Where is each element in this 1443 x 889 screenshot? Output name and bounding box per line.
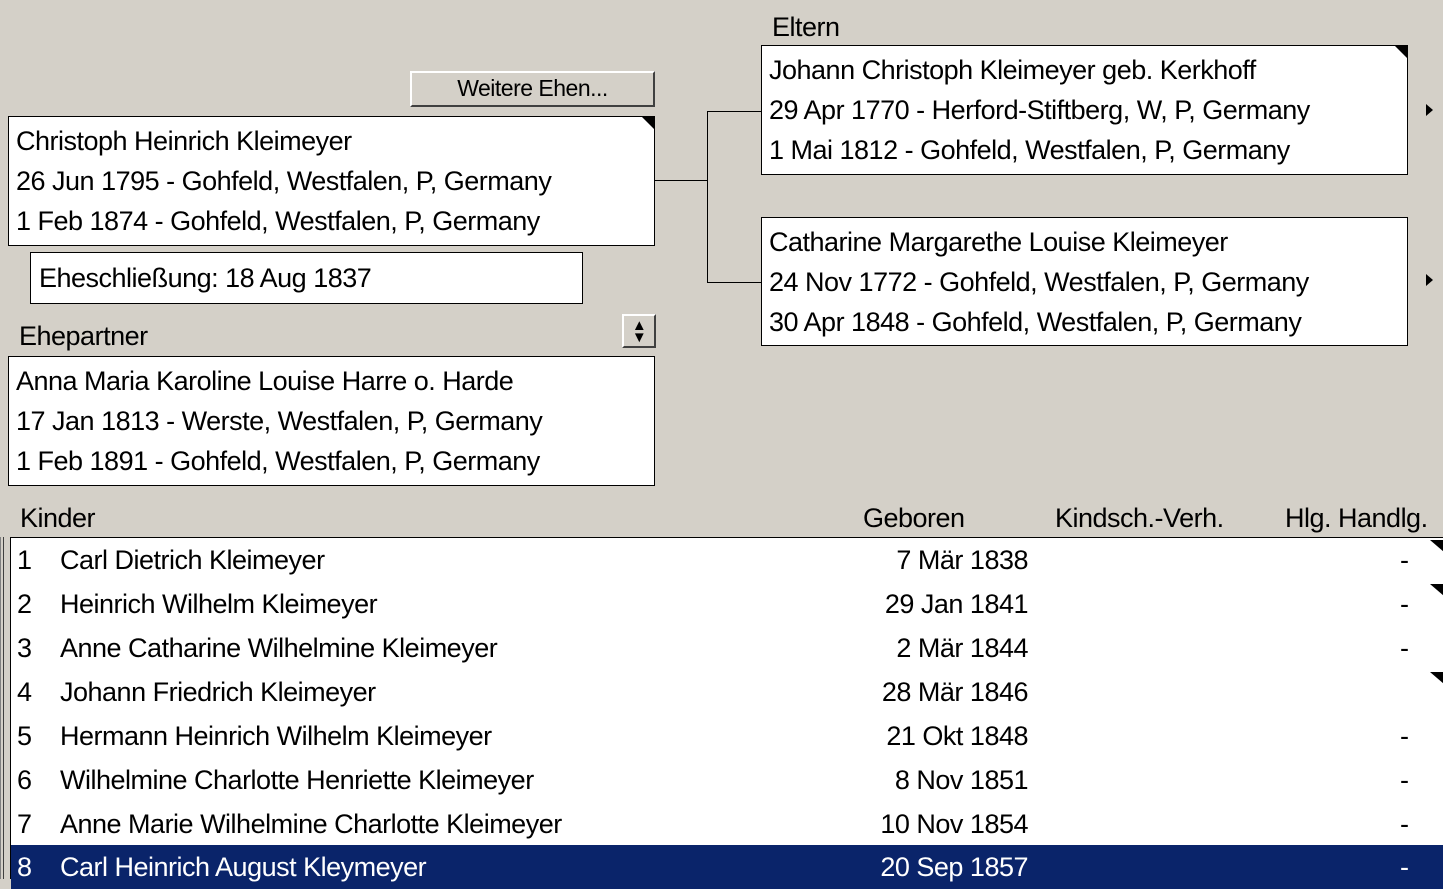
corner-marker-icon [1430, 540, 1443, 552]
father-name: Johann Christoph Kleimeyer geb. Kerkhoff [769, 55, 1256, 85]
child-name: Johann Friedrich Kleimeyer [60, 677, 376, 707]
children-list[interactable]: 1 Carl Dietrich Kleimeyer 7 Mär 1838 - 2… [10, 537, 1443, 889]
child-ordinance: - [1400, 809, 1409, 839]
child-ordinance: - [1400, 765, 1409, 795]
child-born: 8 Nov 1851 [894, 765, 1029, 795]
person-card[interactable]: Christoph Heinrich Kleimeyer 26 Jun 1795… [8, 116, 655, 246]
mother-expand-arrow-icon[interactable] [1426, 274, 1433, 286]
children-header: Kinder Geboren Kindsch.-Verh. Hlg. Handl… [0, 500, 1443, 536]
table-row-selected[interactable]: 8 Carl Heinrich August Kleymeyer 20 Sep … [11, 845, 1443, 889]
corner-marker-icon [642, 117, 654, 129]
marriage-date-field[interactable]: Eheschließung: 18 Aug 1837 [30, 252, 583, 304]
spouse-sort-button[interactable]: ▲ ▼ [622, 314, 656, 348]
child-ordinance: - [1400, 721, 1409, 751]
sort-updown-icon: ▲ ▼ [631, 317, 647, 346]
children-header-relation[interactable]: Kindsch.-Verh. [1055, 500, 1224, 536]
child-born: 20 Sep 1857 [880, 852, 1028, 882]
child-name: Anne Marie Wilhelmine Charlotte Kleimeye… [60, 809, 562, 839]
child-name: Carl Dietrich Kleimeyer [60, 545, 325, 575]
child-born: 7 Mär 1838 [896, 545, 1028, 575]
row-selector-gutter[interactable] [0, 537, 10, 879]
child-name: Carl Heinrich August Kleymeyer [60, 852, 427, 882]
corner-marker-icon [1430, 672, 1443, 684]
child-ordinance: - [1400, 589, 1409, 619]
child-number: 4 [17, 677, 32, 707]
child-name: Heinrich Wilhelm Kleimeyer [60, 589, 378, 619]
person-birth: 26 Jun 1795 - Gohfeld, Westfalen, P, Ger… [16, 166, 552, 196]
child-number: 5 [17, 721, 32, 751]
mother-name: Catharine Margarethe Louise Kleimeyer [769, 227, 1228, 257]
spouse-card[interactable]: Anna Maria Karoline Louise Harre o. Hard… [8, 356, 655, 486]
corner-marker-icon [1395, 46, 1407, 58]
pedigree-connector-vertical [707, 111, 708, 283]
child-number: 2 [17, 589, 32, 619]
pedigree-connector-mother [707, 282, 762, 283]
child-number: 3 [17, 633, 32, 663]
spouse-name: Anna Maria Karoline Louise Harre o. Hard… [16, 366, 514, 396]
table-row[interactable]: 7 Anne Marie Wilhelmine Charlotte Kleime… [11, 802, 1443, 846]
child-number: 1 [17, 545, 32, 575]
child-born: 29 Jan 1841 [884, 589, 1029, 619]
corner-marker-icon [1430, 584, 1443, 596]
child-born: 28 Mär 1846 [881, 677, 1029, 707]
mother-death: 30 Apr 1848 - Gohfeld, Westfalen, P, Ger… [769, 307, 1302, 337]
mother-card[interactable]: Catharine Margarethe Louise Kleimeyer 24… [761, 217, 1408, 346]
child-born: 2 Mär 1844 [896, 633, 1028, 663]
child-ordinance: - [1400, 852, 1409, 882]
children-header-ordinance[interactable]: Hlg. Handlg. [1285, 500, 1428, 536]
child-number: 7 [17, 809, 32, 839]
child-born: 21 Okt 1848 [886, 721, 1028, 751]
child-name: Anne Catharine Wilhelmine Kleimeyer [60, 633, 498, 663]
pedigree-connector-father [707, 111, 762, 112]
parents-label: Eltern [772, 12, 840, 42]
child-ordinance: - [1400, 545, 1409, 575]
child-name: Wilhelmine Charlotte Henriette Kleimeyer [60, 765, 534, 795]
pedigree-connector [655, 180, 708, 181]
table-row[interactable]: 6 Wilhelmine Charlotte Henriette Kleimey… [11, 758, 1443, 802]
father-birth: 29 Apr 1770 - Herford-Stiftberg, W, P, G… [769, 95, 1310, 125]
spouse-label: Ehepartner [19, 321, 148, 351]
table-row[interactable]: 3 Anne Catharine Wilhelmine Kleimeyer 2 … [11, 626, 1443, 670]
table-row[interactable]: 1 Carl Dietrich Kleimeyer 7 Mär 1838 - [11, 538, 1443, 582]
person-death: 1 Feb 1874 - Gohfeld, Westfalen, P, Germ… [16, 206, 540, 236]
child-born: 10 Nov 1854 [880, 809, 1028, 839]
father-expand-arrow-icon[interactable] [1426, 104, 1433, 116]
table-row[interactable]: 2 Heinrich Wilhelm Kleimeyer 29 Jan 1841… [11, 582, 1443, 626]
person-name: Christoph Heinrich Kleimeyer [16, 126, 352, 156]
table-row[interactable]: 5 Hermann Heinrich Wilhelm Kleimeyer 21 … [11, 714, 1443, 758]
more-marriages-button[interactable]: Weitere Ehen... [410, 71, 655, 107]
child-number: 8 [17, 852, 32, 882]
father-card[interactable]: Johann Christoph Kleimeyer geb. Kerkhoff… [761, 45, 1408, 175]
child-name: Hermann Heinrich Wilhelm Kleimeyer [60, 721, 492, 751]
children-header-kinder[interactable]: Kinder [20, 500, 96, 536]
children-header-born[interactable]: Geboren [863, 500, 965, 536]
father-death: 1 Mai 1812 - Gohfeld, Westfalen, P, Germ… [769, 135, 1290, 165]
child-ordinance: - [1400, 633, 1409, 663]
mother-birth: 24 Nov 1772 - Gohfeld, Westfalen, P, Ger… [769, 267, 1309, 297]
table-row[interactable]: 4 Johann Friedrich Kleimeyer 28 Mär 1846 [11, 670, 1443, 714]
child-number: 6 [17, 765, 32, 795]
spouse-birth: 17 Jan 1813 - Werste, Westfalen, P, Germ… [16, 406, 543, 436]
spouse-death: 1 Feb 1891 - Gohfeld, Westfalen, P, Germ… [16, 446, 540, 476]
